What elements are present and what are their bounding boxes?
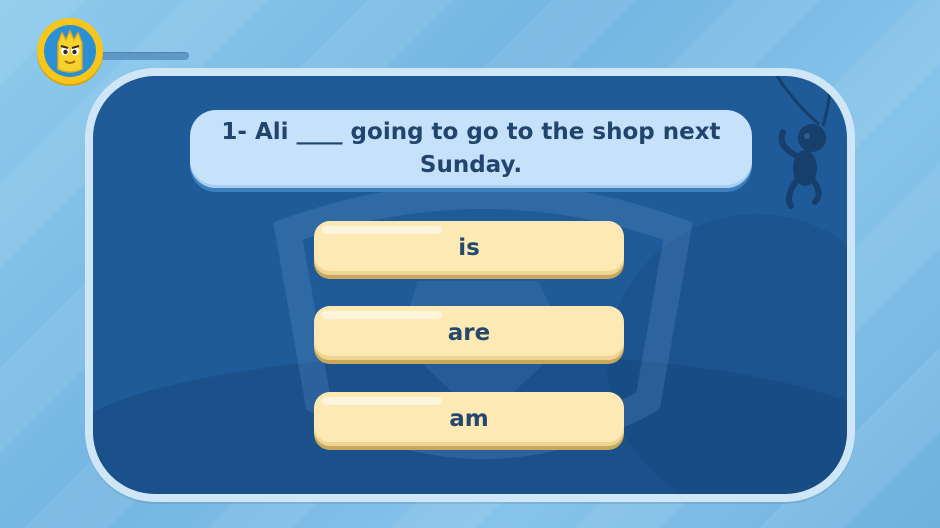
question-text: 1- Ali ____ going to go to the shop next… — [221, 119, 721, 178]
answer-button-am[interactable]: am — [314, 392, 624, 446]
hanging-monkey-icon — [775, 76, 834, 209]
answer-label: is — [458, 235, 480, 261]
answer-label: am — [449, 406, 489, 432]
answer-button-are[interactable]: are — [314, 306, 624, 360]
answer-label: are — [447, 320, 491, 346]
answer-button-is[interactable]: is — [314, 221, 624, 275]
question-panel: 1- Ali ____ going to go to the shop next… — [190, 110, 752, 188]
yellow-monster-avatar-icon — [44, 25, 96, 77]
player-avatar — [37, 18, 103, 84]
progress-bar — [96, 52, 189, 60]
